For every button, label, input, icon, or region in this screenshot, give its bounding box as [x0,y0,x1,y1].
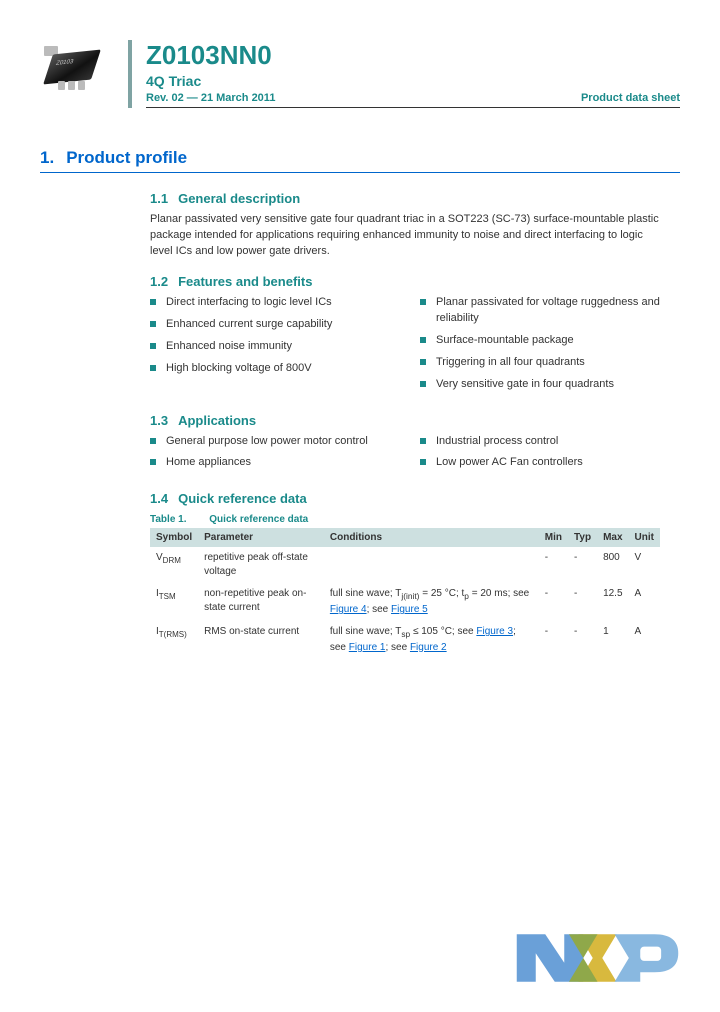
cell-min: - [539,583,568,621]
heading-1-4: 1.4 Quick reference data [150,491,660,506]
content-area: 1.1 General description Planar passivate… [150,191,660,659]
table-row: ITSMnon-repetitive peak on-state current… [150,583,660,621]
cell-conditions [324,547,539,583]
revision-text: Rev. 02 — 21 March 2011 [146,92,275,104]
table-row: IT(RMS)RMS on-state currentfull sine wav… [150,621,660,659]
page: Z0103 Z0103NN0 4Q Triac Rev. 02 — 21 Mar… [0,0,720,689]
cell-typ: - [568,583,597,621]
quick-reference-table: Symbol Parameter Conditions Min Typ Max … [150,528,660,658]
nxp-logo [512,918,702,998]
applications-list: General purpose low power motor control … [150,434,660,478]
document-header: Z0103 Z0103NN0 4Q Triac Rev. 02 — 21 Mar… [40,40,680,108]
col-unit: Unit [629,528,660,547]
cell-unit: A [629,621,660,659]
list-item: Home appliances [150,455,390,471]
list-item: Planar passivated for voltage ruggedness… [420,295,660,327]
col-parameter: Parameter [198,528,324,547]
list-item: Enhanced current surge capability [150,317,390,333]
table-caption: Table 1. Quick reference data [150,514,660,525]
cell-typ: - [568,621,597,659]
col-typ: Typ [568,528,597,547]
col-conditions: Conditions [324,528,539,547]
applications-left: General purpose low power motor control … [150,434,390,478]
list-item: Surface-mountable package [420,333,660,349]
features-left: Direct interfacing to logic level ICs En… [150,295,390,399]
cell-max: 12.5 [597,583,628,621]
title-block: Z0103NN0 4Q Triac Rev. 02 — 21 March 201… [128,40,680,108]
features-right: Planar passivated for voltage ruggedness… [420,295,660,399]
cell-typ: - [568,547,597,583]
heading-1-3: 1.3 Applications [150,413,660,428]
table-header-row: Symbol Parameter Conditions Min Typ Max … [150,528,660,547]
heading-1-1: 1.1 General description [150,191,660,206]
cell-conditions: full sine wave; Tj(init) = 25 °C; tp = 2… [324,583,539,621]
list-item: High blocking voltage of 800V [150,361,390,377]
package-image: Z0103 [40,46,110,96]
product-subtitle: 4Q Triac [146,73,680,89]
cell-symbol: ITSM [150,583,198,621]
cell-unit: V [629,547,660,583]
table-row: VDRMrepetitive peak off-state voltage --8… [150,547,660,583]
cell-parameter: repetitive peak off-state voltage [198,547,324,583]
list-item: Very sensitive gate in four quadrants [420,377,660,393]
part-number: Z0103NN0 [146,40,680,71]
col-max: Max [597,528,628,547]
list-item: Industrial process control [420,434,660,450]
list-item: General purpose low power motor control [150,434,390,450]
section-1-title: Product profile [66,148,187,168]
list-item: Enhanced noise immunity [150,339,390,355]
list-item: Direct interfacing to logic level ICs [150,295,390,311]
cell-max: 800 [597,547,628,583]
col-min: Min [539,528,568,547]
cell-unit: A [629,583,660,621]
section-1-num: 1. [40,148,54,168]
section-1: 1. Product profile [40,148,680,173]
features-list: Direct interfacing to logic level ICs En… [150,295,660,399]
heading-1-2: 1.2 Features and benefits [150,274,660,289]
list-item: Low power AC Fan controllers [420,455,660,471]
applications-right: Industrial process control Low power AC … [420,434,660,478]
col-symbol: Symbol [150,528,198,547]
cell-conditions: full sine wave; Tsp ≤ 105 °C; see Figure… [324,621,539,659]
general-description-body: Planar passivated very sensitive gate fo… [150,212,660,260]
cell-min: - [539,621,568,659]
cell-min: - [539,547,568,583]
cell-parameter: RMS on-state current [198,621,324,659]
cell-symbol: VDRM [150,547,198,583]
cell-symbol: IT(RMS) [150,621,198,659]
cell-max: 1 [597,621,628,659]
list-item: Triggering in all four quadrants [420,355,660,371]
cell-parameter: non-repetitive peak on-state current [198,583,324,621]
doc-type: Product data sheet [581,92,680,104]
